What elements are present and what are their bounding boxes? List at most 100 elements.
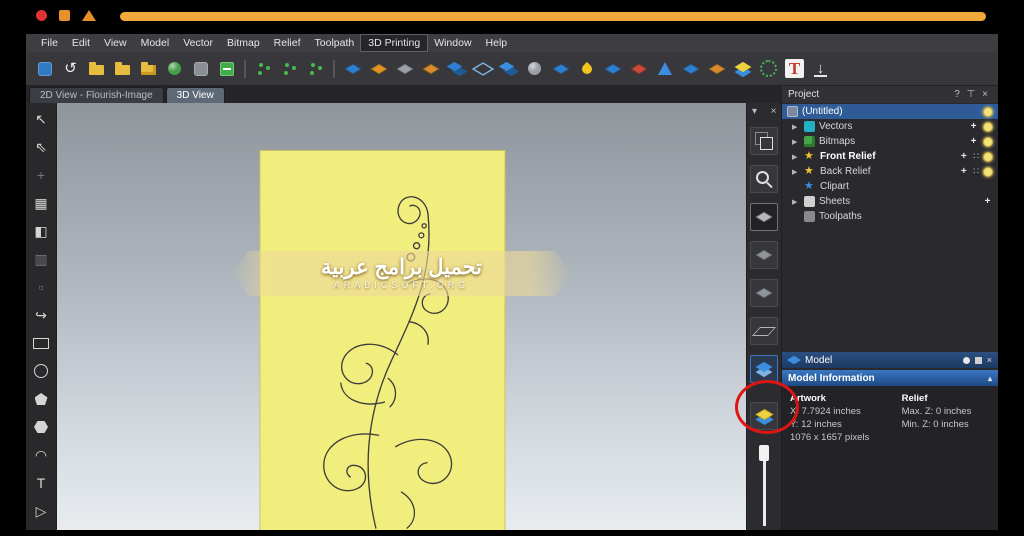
levels-icon[interactable]: ∷ <box>973 166 979 177</box>
iso-view-cube-icon[interactable] <box>750 127 778 155</box>
grid-points-icon[interactable] <box>277 56 302 81</box>
polyline-tool-icon[interactable]: ▷ <box>30 500 52 522</box>
pin-icon[interactable]: ⊤ <box>964 89 978 100</box>
material-sphere-icon[interactable] <box>162 56 187 81</box>
menu-vector[interactable]: Vector <box>176 35 220 51</box>
add-model-icon[interactable] <box>214 56 239 81</box>
bulb-icon[interactable] <box>983 106 993 117</box>
import-folder-icon[interactable] <box>110 56 135 81</box>
slider-track[interactable] <box>762 461 766 526</box>
zoom-tool-icon[interactable] <box>750 165 778 193</box>
dots-circle-icon[interactable] <box>756 56 781 81</box>
relief-honeycomb-icon[interactable] <box>418 56 443 81</box>
draw-curve-tool-icon[interactable]: ↪ <box>30 304 52 326</box>
expander-icon[interactable]: ▶ <box>792 168 800 176</box>
menu-3d-printing[interactable]: 3D Printing <box>360 34 429 52</box>
sphere-arrows-icon[interactable] <box>522 56 547 81</box>
expander-icon[interactable]: ▶ <box>792 198 800 206</box>
levels-icon[interactable]: ∷ <box>973 151 979 162</box>
relief-yellow-blue-icon[interactable] <box>730 56 755 81</box>
menu-edit[interactable]: Edit <box>65 35 97 51</box>
relief-orange-icon[interactable] <box>366 56 391 81</box>
expander-icon[interactable]: ▶ <box>792 138 800 146</box>
menu-window[interactable]: Window <box>427 35 478 51</box>
bulb-icon[interactable] <box>983 151 993 162</box>
add-icon[interactable]: + <box>968 121 979 132</box>
tree-item-vectors[interactable]: ▶ Vectors + <box>782 119 998 134</box>
plane-view-icon[interactable] <box>750 317 778 345</box>
expander-icon[interactable]: ▶ <box>792 153 800 161</box>
cone-icon[interactable] <box>652 56 677 81</box>
pentagon-tool-icon[interactable] <box>30 388 52 410</box>
tab-2d-view[interactable]: 2D View - Flourish-Image <box>29 87 164 103</box>
front-relief-view-icon[interactable] <box>750 241 778 269</box>
relief-red-icon[interactable] <box>626 56 651 81</box>
menu-file[interactable]: File <box>34 35 65 51</box>
relief-small-icon[interactable] <box>600 56 625 81</box>
tree-item-back-relief[interactable]: ▶ ★ Back Relief + ∷ <box>782 164 998 179</box>
menu-help[interactable]: Help <box>479 35 515 51</box>
arc-tool-icon[interactable]: ◠ <box>30 444 52 466</box>
tree-item-bitmaps[interactable]: ▶ Bitmaps + <box>782 134 998 149</box>
relief-swirl-icon[interactable] <box>548 56 573 81</box>
view-slider[interactable] <box>759 445 769 530</box>
connect-points-icon[interactable] <box>303 56 328 81</box>
polygon-tool-icon[interactable] <box>30 416 52 438</box>
tree-item-sheets[interactable]: ▶ Sheets + <box>782 194 998 209</box>
pages-tool-icon[interactable]: ▥ <box>30 248 52 270</box>
close-icon[interactable]: × <box>978 89 992 100</box>
collapse-chevron-icon[interactable]: ▴ <box>988 374 992 383</box>
node-edit-tool-icon[interactable]: ⇖ <box>30 136 52 158</box>
bulb-small-icon[interactable] <box>962 356 970 364</box>
preview-relief-icon[interactable] <box>750 402 778 430</box>
rectangle-tool-icon[interactable] <box>30 332 52 354</box>
progress-bar[interactable] <box>120 12 986 21</box>
transform-tool-icon[interactable]: + <box>30 164 52 186</box>
relief-stack-icon[interactable] <box>444 56 469 81</box>
model-section-bar[interactable]: Model × <box>782 352 998 368</box>
relief-gray-icon[interactable] <box>392 56 417 81</box>
model-information-header[interactable]: Model Information ▴ <box>782 370 998 386</box>
relief-blue2-icon[interactable] <box>678 56 703 81</box>
undo-icon[interactable]: ↺ <box>58 56 83 81</box>
menu-relief[interactable]: Relief <box>267 35 308 51</box>
text-red-icon[interactable]: T <box>785 59 804 78</box>
panel-icon[interactable] <box>188 56 213 81</box>
relief-pair-icon[interactable] <box>496 56 521 81</box>
text-tool-icon[interactable]: T <box>30 472 52 494</box>
list-small-icon[interactable] <box>974 356 982 364</box>
add-icon[interactable]: + <box>968 136 979 147</box>
mesh-tool-icon[interactable]: ▦ <box>30 192 52 214</box>
slider-handle[interactable] <box>759 445 769 461</box>
tree-item-clipart[interactable]: ★ Clipart <box>782 179 998 194</box>
open-folder-icon[interactable] <box>84 56 109 81</box>
menu-model[interactable]: Model <box>134 35 177 51</box>
tree-item-toolpaths[interactable]: Toolpaths <box>782 209 998 224</box>
download-icon[interactable]: ↓ <box>808 56 833 81</box>
menu-toolpath[interactable]: Toolpath <box>308 35 362 51</box>
relief-view-icon[interactable] <box>750 203 778 231</box>
scatter-points-icon[interactable] <box>251 56 276 81</box>
help-icon[interactable]: ? <box>950 89 964 100</box>
back-relief-view-icon[interactable] <box>750 279 778 307</box>
droplet-icon[interactable] <box>574 56 599 81</box>
add-icon[interactable]: + <box>982 196 993 207</box>
bulb-icon[interactable] <box>983 136 993 147</box>
menu-bitmap[interactable]: Bitmap <box>220 35 267 51</box>
swatch-tool-icon[interactable]: ▫ <box>30 276 52 298</box>
relief-outline-icon[interactable] <box>470 56 495 81</box>
tree-item-front-relief[interactable]: ▶ ★ Front Relief + ∷ <box>782 149 998 164</box>
select-tool-icon[interactable]: ↖ <box>30 108 52 130</box>
close-small-icon[interactable]: × <box>987 355 992 365</box>
bulb-icon[interactable] <box>983 121 993 132</box>
add-icon[interactable]: + <box>958 166 969 177</box>
3d-viewport[interactable]: تحميل برامج عربية ARABICSOFT.ORG <box>57 103 746 530</box>
export-folder-icon[interactable] <box>136 56 161 81</box>
relief-blue-icon[interactable] <box>340 56 365 81</box>
layers-view-icon[interactable] <box>750 355 778 383</box>
strip-close-icon[interactable]: × <box>767 106 781 117</box>
add-icon[interactable]: + <box>958 151 969 162</box>
tree-item-untitled[interactable]: (Untitled) <box>782 104 998 119</box>
save-icon[interactable] <box>32 56 57 81</box>
circle-tool-icon[interactable] <box>30 360 52 382</box>
